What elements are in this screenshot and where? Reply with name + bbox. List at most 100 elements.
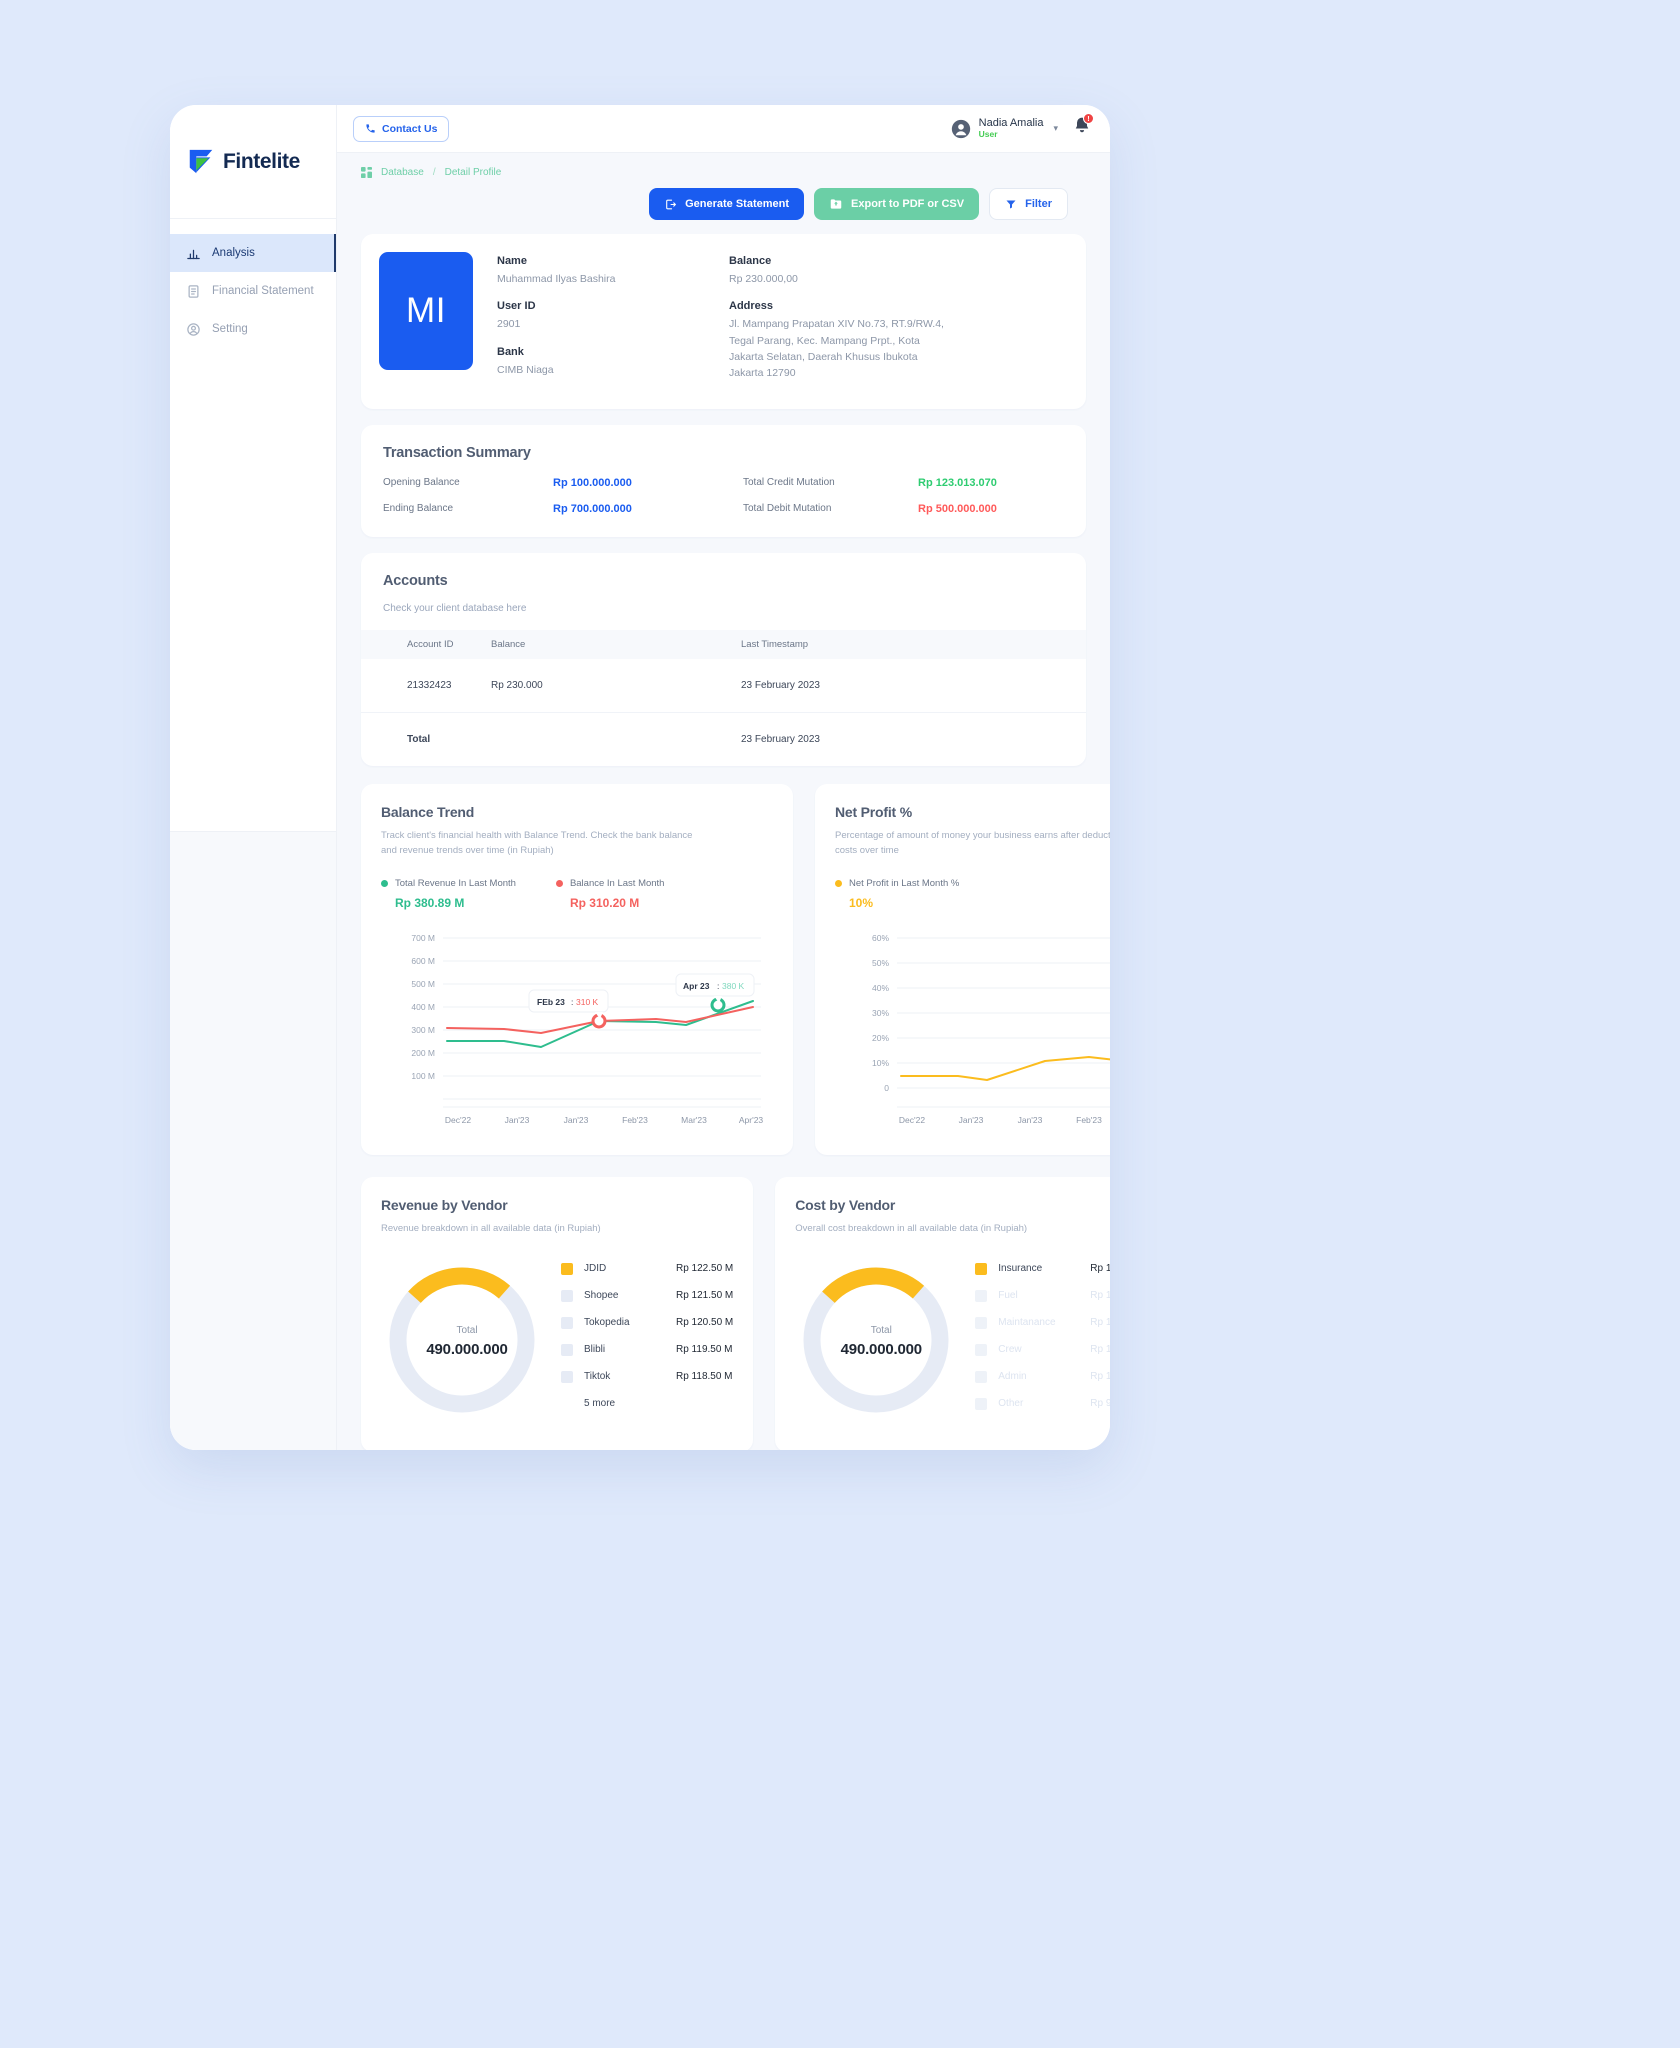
folder-upload-icon: [830, 199, 842, 209]
transaction-summary-card: Transaction Summary Opening Balance Rp 1…: [361, 424, 1086, 537]
breadcrumb-root[interactable]: Database: [381, 167, 424, 178]
legend-amount: Rp 119.50 M: [1090, 1344, 1110, 1356]
legend-row[interactable]: Fuel Rp 121.50 M: [975, 1289, 1110, 1302]
legend-swatch-icon: [561, 1289, 573, 1302]
filter-icon: [1006, 200, 1016, 209]
show-more-link[interactable]: 5 more: [584, 1398, 733, 1409]
legend-row[interactable]: Other Rp 90.50 M: [975, 1397, 1110, 1410]
legend-row[interactable]: Tiktok Rp 118.50 M: [561, 1370, 733, 1383]
legend-item-revenue: Total Revenue In Last Month Rp 380.89 M: [381, 878, 516, 910]
cost-by-vendor-subtitle: Overall cost breakdown in all available …: [795, 1223, 1028, 1235]
avatar: [951, 119, 970, 138]
cost-donut-center: Total 490.000.000: [795, 1325, 967, 1358]
filter-button[interactable]: Filter: [989, 188, 1068, 220]
breadcrumb-current: Detail Profile: [444, 167, 502, 178]
legend-row[interactable]: Blibli Rp 119.50 M: [561, 1343, 733, 1356]
legend-dot-icon: [835, 880, 842, 888]
sidebar-item-label: Setting: [212, 323, 248, 335]
summary-label-total-credit-mutation: Total Credit Mutation: [743, 477, 835, 489]
legend-row[interactable]: Shopee Rp 121.50 M: [561, 1289, 733, 1302]
cost-donut-body: Total 490.000.000 Insurance Rp 122.50 M: [795, 1259, 1110, 1426]
summary-value-opening-balance: Rp 100.000.000: [553, 476, 632, 489]
series-line-net-profit: [900, 1056, 1110, 1082]
ytick-label: 20%: [872, 1033, 889, 1043]
profile-card: MI Name Muhammad Ilyas Bashira User ID 2…: [361, 234, 1086, 409]
sidebar-item-financial-statement[interactable]: Financial Statement: [170, 272, 336, 310]
field-label-user-id: User ID: [497, 300, 536, 313]
table-row[interactable]: 21332423 Rp 230.000 23 February 2023: [361, 658, 1086, 713]
xtick-label: Jan'23: [1018, 1115, 1043, 1125]
xtick-label: Jan'23: [564, 1115, 589, 1125]
cell-total-label: Total: [407, 733, 431, 745]
net-profit-legend: Net Profit in Last Month % 10%: [835, 878, 1110, 910]
accounts-table-body: 21332423 Rp 230.000 23 February 2023 Tot…: [361, 658, 1086, 766]
summary-label-ending-balance: Ending Balance: [383, 503, 454, 515]
xtick-label: Feb'23: [622, 1115, 648, 1125]
brand-name: Fintelite: [223, 149, 300, 173]
legend-row[interactable]: JDID Rp 122.50 M: [561, 1262, 733, 1275]
summary-value-ending-balance: Rp 700.000.000: [553, 502, 632, 515]
field-value-address: Jl. Mampang Prapatan XIV No.73, RT.9/RW.…: [729, 318, 944, 380]
table-header-row: Account ID Balance Last Timestamp: [361, 629, 1086, 659]
breadcrumb-separator: /: [432, 167, 436, 178]
xtick-label: Jan'23: [505, 1115, 530, 1125]
svg-text::: :: [571, 997, 573, 1007]
ytick-label: 10%: [872, 1058, 889, 1068]
field-label-address: Address: [729, 300, 774, 313]
accounts-table: Account ID Balance Last Timestamp 213324…: [361, 629, 1086, 766]
sidebar-nav: Analysis Financial Statement Setting: [170, 219, 336, 348]
cost-by-vendor-title: Cost by Vendor: [795, 1197, 896, 1214]
sidebar-item-label: Financial Statement: [212, 285, 314, 297]
export-label: Export to PDF or CSV: [851, 198, 965, 210]
revenue-donut-center: Total 490.000.000: [381, 1325, 553, 1358]
revenue-legend: JDID Rp 122.50 M Shopee Rp 121.50 M Toko…: [553, 1259, 733, 1409]
donut-charts-row: Revenue by Vendor Revenue breakdown in a…: [361, 1177, 1110, 1450]
ytick-label: 300 M: [411, 1025, 435, 1035]
xtick-label: Dec'22: [445, 1115, 471, 1125]
legend-amount: Rp 120.50 M: [676, 1317, 734, 1329]
accounts-header: Accounts Check your client database here: [361, 573, 1086, 614]
field-label-bank: Bank: [497, 345, 524, 358]
action-toolbar: Generate Statement Export to PDF or CSV …: [337, 188, 1092, 220]
generate-statement-button[interactable]: Generate Statement: [649, 188, 805, 220]
tooltip-value: 310 K: [576, 997, 599, 1007]
topbar-right: Nadia Amalia User ▾ !: [951, 113, 1094, 141]
legend-amount: Rp 118.50 M: [676, 1371, 733, 1383]
brand-logo[interactable]: Fintelite: [170, 105, 336, 218]
cell-account-id: 21332423: [361, 658, 491, 713]
contact-us-button[interactable]: Contact Us: [353, 115, 450, 142]
legend-swatch-icon: [975, 1370, 988, 1383]
legend-row[interactable]: Tokopedia Rp 120.50 M: [561, 1316, 734, 1329]
accounts-title: Accounts: [383, 572, 448, 589]
user-menu[interactable]: Nadia Amalia User ▾: [951, 117, 1058, 139]
legend-row[interactable]: Maintanance Rp 120.50 M: [975, 1316, 1110, 1329]
sidebar-item-setting[interactable]: Setting: [170, 310, 336, 348]
legend-swatch-icon: [561, 1262, 573, 1275]
legend-name: Tiktok: [584, 1371, 611, 1383]
ytick-label: 600 M: [411, 956, 435, 966]
legend-row[interactable]: Insurance Rp 122.50 M: [975, 1262, 1110, 1275]
legend-row[interactable]: Admin Rp 118.50 M: [975, 1370, 1110, 1383]
ytick-label: 40%: [872, 983, 889, 993]
cost-legend: Insurance Rp 122.50 M Fuel Rp 121.50 M M…: [967, 1259, 1110, 1425]
net-profit-subtitle: Percentage of amount of money your busin…: [835, 829, 1110, 856]
legend-value: 10%: [849, 896, 874, 911]
legend-name: Fuel: [998, 1290, 1018, 1302]
user-role: User: [978, 128, 998, 139]
notifications-button[interactable]: !: [1072, 113, 1094, 141]
legend-row[interactable]: Crew Rp 119.50 M: [975, 1343, 1110, 1356]
revenue-donut: Total 490.000.000: [381, 1259, 553, 1426]
legend-name: Admin: [998, 1371, 1027, 1383]
donut-center-label: Total: [456, 1325, 478, 1337]
summary-label-opening-balance: Opening Balance: [383, 477, 460, 489]
summary-value-total-credit-mutation: Rp 123.013.070: [918, 476, 997, 489]
bar-chart-icon: [187, 249, 200, 259]
ytick-label: 50%: [872, 958, 889, 968]
sidebar-item-analysis[interactable]: Analysis: [170, 234, 336, 272]
export-button[interactable]: Export to PDF or CSV: [814, 188, 980, 220]
accounts-table-head: Account ID Balance Last Timestamp: [361, 629, 1086, 659]
revenue-by-vendor-title: Revenue by Vendor: [381, 1197, 508, 1214]
transaction-summary-grid: Opening Balance Rp 100.000.000 Total Cre…: [383, 477, 1064, 515]
legend-item-balance: Balance In Last Month Rp 310.20 M: [555, 878, 664, 910]
revenue-by-vendor-subtitle: Revenue breakdown in all available data …: [381, 1223, 601, 1235]
